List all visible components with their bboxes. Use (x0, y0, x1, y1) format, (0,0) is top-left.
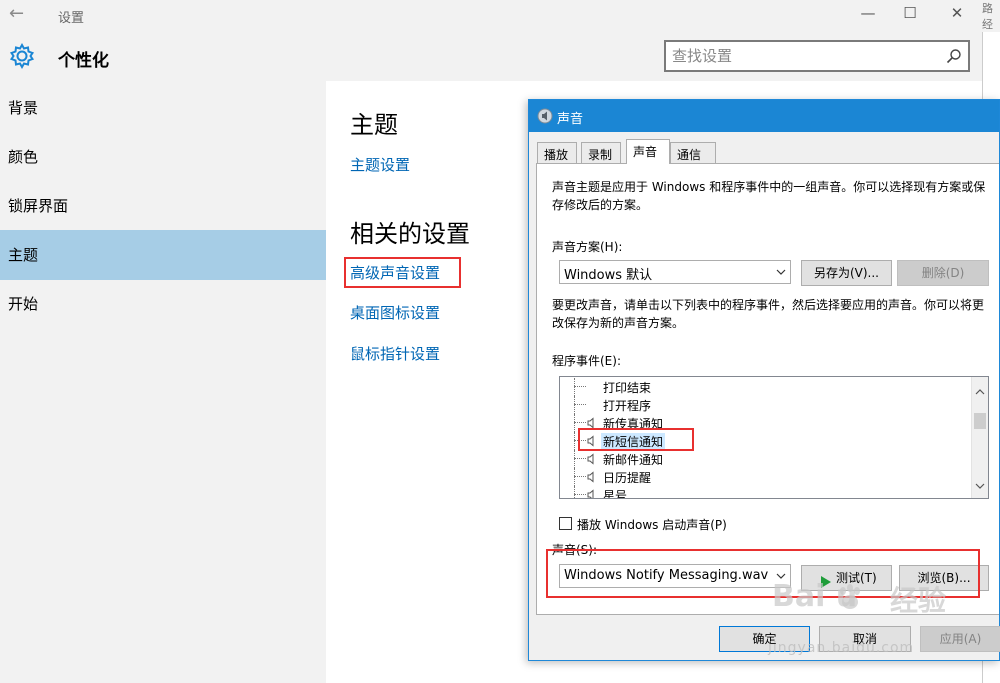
tree-line (574, 404, 586, 405)
dialog-title: 声音 (557, 112, 584, 127)
event-label: 打印结束 (603, 381, 652, 395)
tree-line (574, 458, 586, 459)
gear-icon (8, 42, 36, 74)
tree-line (574, 414, 575, 432)
mouse-pointer-settings-link[interactable]: 鼠标指针设置 (350, 343, 440, 364)
speaker-icon (586, 453, 598, 468)
change-sound-instructions: 要更改声音，请单击以下列表中的程序事件，然后选择要应用的声音。你可以将更改保存为… (552, 298, 985, 330)
close-icon[interactable]: ✕ (947, 4, 967, 22)
desktop-icon-settings-link[interactable]: 桌面图标设置 (350, 302, 440, 323)
delete-button[interactable]: 删除(D) (897, 260, 989, 286)
window-title: 设置 (58, 11, 85, 26)
tree-line (574, 494, 586, 495)
sidebar-item-label: 主题 (8, 246, 39, 264)
tree-line (574, 378, 575, 396)
event-label: 新邮件通知 (603, 453, 664, 467)
search-icon[interactable] (946, 48, 962, 68)
sidebar: 背景 颜色 锁屏界面 主题 开始 (0, 81, 326, 683)
event-label: 星号 (603, 489, 628, 499)
back-arrow-icon[interactable]: ← (9, 3, 24, 24)
sidebar-item-label: 开始 (8, 295, 39, 313)
chevron-down-icon[interactable] (975, 475, 985, 494)
watermark-url: jingyan.baidu.com (768, 640, 915, 656)
settings-header: 个性化 (0, 32, 982, 81)
sidebar-item-themes[interactable]: 主题 (0, 230, 326, 280)
page-title: 个性化 (58, 51, 109, 71)
scrollbar-thumb[interactable] (974, 413, 986, 429)
sound-scheme-value: Windows 默认 (564, 268, 653, 283)
sound-theme-description: 声音主题是应用于 Windows 和程序事件中的一组声音。你可以选择现有方案或保… (552, 180, 986, 212)
speaker-icon (586, 471, 598, 486)
sidebar-item-lock-screen[interactable]: 锁屏界面 (0, 181, 326, 231)
save-as-button[interactable]: 另存为(V)... (801, 260, 892, 286)
background-window-text: 路经 (982, 2, 993, 31)
sidebar-item-start[interactable]: 开始 (0, 279, 326, 329)
event-label: 打开程序 (603, 399, 652, 413)
list-item[interactable]: 打开程序 (560, 396, 972, 414)
apply-button[interactable]: 应用(A) (920, 626, 1000, 652)
tree-line (574, 486, 575, 498)
tab-sounds[interactable]: 声音 (626, 139, 670, 164)
theme-settings-link[interactable]: 主题设置 (350, 154, 410, 175)
dialog-titlebar: 声音 (529, 100, 999, 132)
search-input[interactable] (672, 45, 942, 67)
highlight-box-selected-event (578, 428, 694, 451)
related-settings-heading: 相关的设置 (350, 220, 470, 248)
theme-heading: 主题 (350, 111, 398, 139)
startup-sound-label: 播放 Windows 启动声音(P) (577, 518, 727, 532)
list-item[interactable]: 日历提醒 (560, 468, 972, 486)
sidebar-item-colors[interactable]: 颜色 (0, 132, 326, 182)
chevron-up-icon[interactable] (975, 381, 985, 400)
list-item[interactable]: 新邮件通知 (560, 450, 972, 468)
sidebar-item-label: 背景 (8, 99, 39, 117)
sidebar-item-background[interactable]: 背景 (0, 83, 326, 133)
tree-line (574, 422, 586, 423)
sound-scheme-select[interactable]: Windows 默认 (559, 260, 791, 284)
tree-line (574, 476, 586, 477)
window-titlebar: ← 设置 — ☐ ✕ 路经 (0, 0, 1000, 32)
list-item[interactable]: 打印结束 (560, 378, 972, 396)
tree-line (574, 468, 575, 486)
sidebar-item-label: 颜色 (8, 148, 39, 166)
tree-line (574, 450, 575, 468)
tab-playback[interactable]: 播放 (537, 142, 577, 163)
maximize-icon[interactable]: ☐ (900, 4, 920, 22)
program-events-label: 程序事件(E): (552, 354, 621, 368)
list-item[interactable]: 星号 (560, 486, 972, 499)
tree-line (574, 396, 575, 414)
speaker-icon (537, 108, 553, 128)
tree-line (574, 386, 586, 387)
tree-line (574, 432, 575, 450)
sidebar-item-label: 锁屏界面 (8, 197, 69, 215)
startup-sound-checkbox[interactable] (559, 517, 572, 530)
search-box[interactable] (664, 40, 970, 72)
minimize-icon[interactable]: — (858, 4, 878, 22)
speaker-icon (586, 489, 598, 498)
chevron-down-icon (776, 266, 786, 281)
highlight-box-advanced-sound (344, 257, 461, 288)
tab-recording[interactable]: 录制 (581, 142, 621, 163)
sound-scheme-label: 声音方案(H): (552, 240, 623, 254)
event-list-scrollbar[interactable] (971, 377, 988, 498)
watermark-jingyan: 经验 (890, 584, 947, 617)
tab-communications[interactable]: 通信 (670, 142, 716, 163)
paw-logo-icon (835, 582, 865, 616)
event-label: 日历提醒 (603, 471, 652, 485)
